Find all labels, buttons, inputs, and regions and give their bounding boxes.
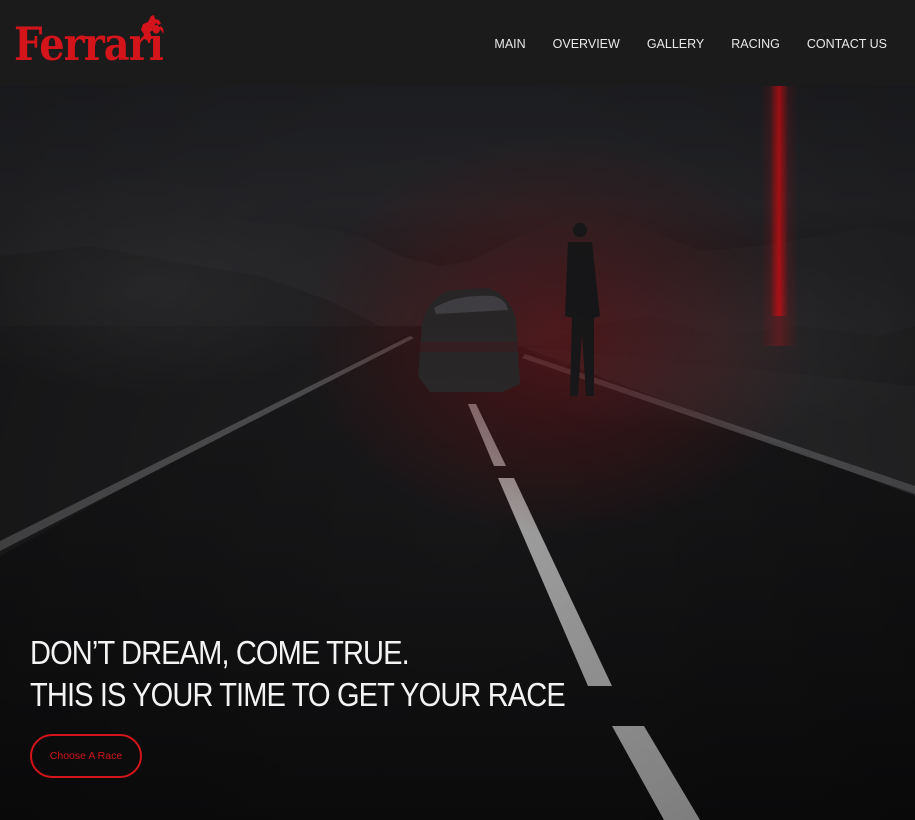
nav-item-main[interactable]: MAIN <box>494 36 525 52</box>
hero-headline-line-2: THIS IS YOUR TIME TO GET YOUR RACE <box>30 676 566 713</box>
choose-race-button[interactable]: Choose A Race <box>30 734 142 778</box>
nav-item-gallery[interactable]: GALLERY <box>647 36 704 52</box>
prancing-horse-icon <box>141 15 164 42</box>
ferrari-logo[interactable]: Ferrari <box>14 12 164 74</box>
main-nav: MAIN OVERVIEW GALLERY RACING CONTACT US <box>494 36 887 52</box>
nav-item-contact-us[interactable]: CONTACT US <box>807 36 887 52</box>
nav-item-overview[interactable]: OVERVIEW <box>553 36 620 52</box>
hero-headline: DON’T DREAM, COME TRUE. THIS IS YOUR TIM… <box>30 632 566 716</box>
hero-section: DON’T DREAM, COME TRUE. THIS IS YOUR TIM… <box>0 86 915 820</box>
page: Ferrari MAIN OVERVIEW GALLERY RACING CON… <box>0 0 915 820</box>
site-header: Ferrari MAIN OVERVIEW GALLERY RACING CON… <box>0 0 915 86</box>
hero-headline-line-1: DON’T DREAM, COME TRUE. <box>30 634 410 671</box>
nav-item-racing[interactable]: RACING <box>731 36 780 52</box>
